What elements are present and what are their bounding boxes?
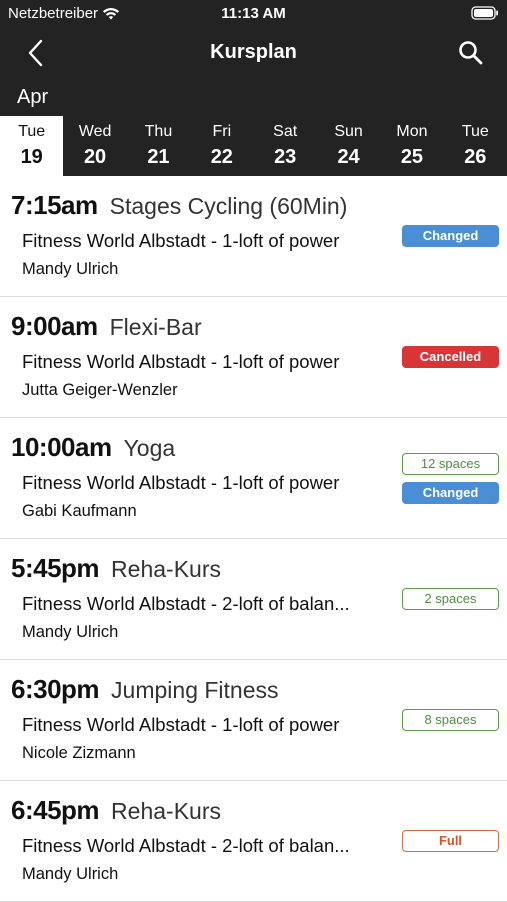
status-badge-cancelled: Cancelled: [402, 346, 499, 368]
status-badge-spaces: 8 spaces: [402, 709, 499, 731]
class-location: Fitness World Albstadt - 1-loft of power: [22, 472, 340, 493]
class-location: Fitness World Albstadt - 1-loft of power: [22, 714, 340, 735]
class-course-name: Reha-Kurs: [111, 798, 221, 824]
day-tab[interactable]: Sat 23: [254, 116, 317, 176]
status-badges: Full: [402, 781, 499, 901]
day-name: Tue: [18, 123, 46, 140]
day-tab[interactable]: Tue 19: [0, 116, 64, 176]
class-trainer: Gabi Kaufmann: [22, 502, 137, 520]
class-list: 7:15am Stages Cycling (60Min) Fitness Worl…: [0, 176, 507, 902]
class-course-name: Yoga: [123, 435, 176, 461]
day-name: Sun: [334, 123, 363, 140]
class-location: Fitness World Albstadt - 1-loft of power: [22, 351, 340, 372]
month-row: Apr: [0, 78, 507, 116]
day-number: 20: [83, 146, 107, 168]
status-badge-changed: Changed: [402, 481, 499, 504]
class-time-line: 10:00am Yoga: [11, 432, 175, 463]
class-trainer: Mandy Ulrich: [22, 260, 119, 278]
class-time: 7:15am: [11, 190, 98, 220]
day-number: 26: [464, 146, 487, 168]
day-tab[interactable]: Wed 20: [63, 116, 126, 176]
header: Netzbetreiber 11:13 AM Kursplan Apr Tue …: [0, 0, 507, 176]
class-time: 10:00am: [11, 432, 112, 462]
class-time-line: 6:30pm Jumping Fitness: [11, 674, 279, 705]
day-name: Wed: [78, 123, 112, 140]
status-badge-spaces: 12 spaces: [402, 452, 499, 475]
class-trainer: Mandy Ulrich: [22, 865, 119, 883]
class-time: 9:00am: [11, 311, 98, 341]
class-row[interactable]: 6:30pm Jumping Fitness Fitness World Albst…: [0, 660, 507, 781]
status-badges: 2 spaces: [402, 539, 499, 659]
class-row[interactable]: 6:45pm Reha-Kurs Fitness World Albstadt - …: [0, 781, 507, 902]
day-name: Fri: [212, 123, 232, 140]
page-title: Kursplan: [210, 41, 297, 63]
class-row[interactable]: 9:00am Flexi-Bar Fitness World Albstadt - …: [0, 297, 507, 418]
class-location: Fitness World Albstadt - 1-loft of power: [22, 230, 340, 251]
search-icon[interactable]: [457, 39, 485, 67]
day-name: Thu: [144, 123, 173, 140]
status-time: 11:13 AM: [221, 5, 286, 22]
day-selector: Tue 19 Wed 20 Thu 21 Fri 22 Sat 23 Sun 24 Mon 25 Tue 26: [0, 116, 507, 176]
class-trainer: Mandy Ulrich: [22, 623, 119, 641]
class-course-name: Stages Cycling (60Min): [109, 193, 348, 219]
day-number: 23: [274, 146, 297, 168]
status-badge-spaces: 2 spaces: [402, 588, 499, 610]
class-trainer: Nicole Zizmann: [22, 744, 136, 762]
day-tab[interactable]: Sun 24: [317, 116, 380, 176]
status-badges: Changed: [402, 176, 499, 296]
status-bar: Netzbetreiber 11:13 AM: [0, 0, 507, 28]
status-badges: 12 spaces Changed: [402, 418, 499, 538]
class-time: 6:30pm: [11, 674, 100, 704]
day-number: 25: [400, 146, 424, 168]
status-badge-changed: Changed: [402, 225, 499, 247]
class-location: Fitness World Albstadt - 2-loft of balan…: [22, 835, 350, 856]
class-course-name: Flexi-Bar: [109, 314, 202, 340]
class-time: 6:45pm: [11, 795, 100, 825]
status-badges: Cancelled: [402, 297, 499, 417]
day-number: 21: [147, 146, 170, 168]
class-time-line: 7:15am Stages Cycling (60Min): [11, 190, 347, 221]
day-name: Tue: [461, 123, 489, 140]
class-time-line: 6:45pm Reha-Kurs: [11, 795, 221, 826]
nav-bar: Kursplan: [0, 28, 507, 78]
month-label: Apr: [17, 86, 49, 108]
class-row[interactable]: 10:00am Yoga Fitness World Albstadt - 1-lo…: [0, 418, 507, 539]
class-time-line: 5:45pm Reha-Kurs: [11, 553, 221, 584]
day-tab[interactable]: Thu 21: [127, 116, 190, 176]
day-tab[interactable]: Mon 25: [380, 116, 443, 176]
class-row[interactable]: 5:45pm Reha-Kurs Fitness World Albstadt - …: [0, 539, 507, 660]
class-row[interactable]: 7:15am Stages Cycling (60Min) Fitness Worl…: [0, 176, 507, 297]
day-number: 24: [337, 146, 360, 168]
day-name: Mon: [396, 123, 428, 140]
class-course-name: Jumping Fitness: [111, 677, 279, 703]
class-time-line: 9:00am Flexi-Bar: [11, 311, 202, 342]
day-number: 22: [210, 146, 233, 168]
status-badges: 8 spaces: [402, 660, 499, 780]
day-tab[interactable]: Tue 26: [444, 116, 507, 176]
class-time: 5:45pm: [11, 553, 100, 583]
battery-icon: [471, 6, 499, 24]
class-course-name: Reha-Kurs: [111, 556, 221, 582]
day-number: 19: [20, 146, 43, 168]
status-badge-full: Full: [402, 830, 499, 852]
day-tab[interactable]: Fri 22: [190, 116, 253, 176]
class-location: Fitness World Albstadt - 2-loft of balan…: [22, 593, 350, 614]
class-trainer: Jutta Geiger-Wenzler: [22, 381, 178, 399]
day-name: Sat: [273, 123, 298, 140]
